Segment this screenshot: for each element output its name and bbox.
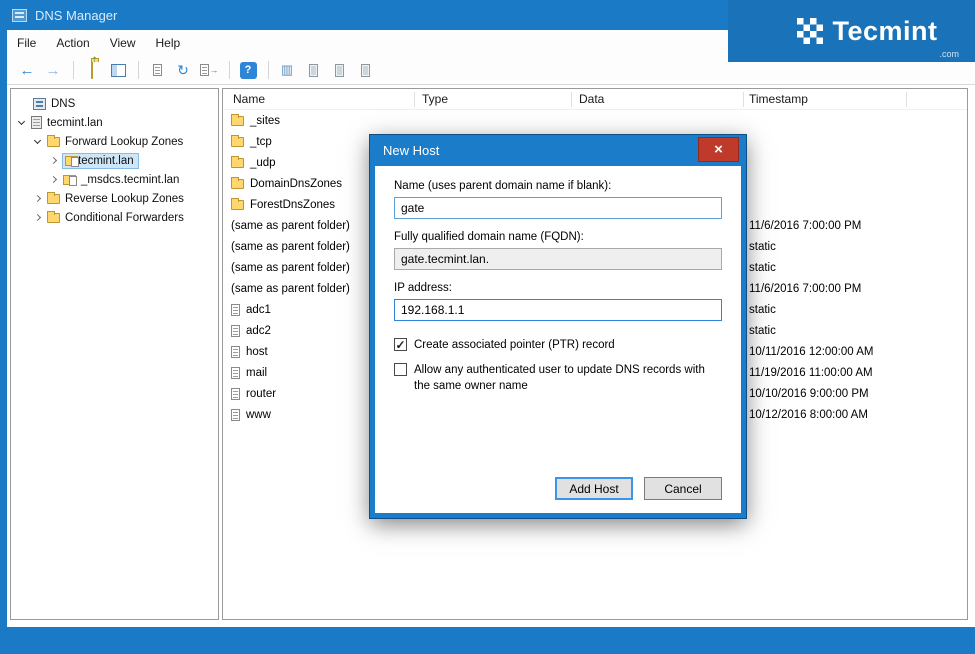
properties-icon[interactable] (145, 59, 169, 81)
show-console-tree-icon[interactable] (106, 59, 130, 81)
host-record-icon (231, 367, 240, 379)
checkbox-checked-icon[interactable]: ✓ (394, 338, 407, 351)
folder-icon (231, 116, 244, 126)
menu-action[interactable]: Action (46, 32, 99, 54)
tecmint-logo: Tecmint .com (728, 0, 975, 62)
menu-bar: File Action View Help (7, 30, 728, 56)
window-title: DNS Manager (35, 8, 117, 23)
window-border-bottom (0, 627, 975, 654)
toolbar-separator (138, 61, 139, 79)
add-host-button[interactable]: Add Host (555, 477, 633, 500)
zone-icon (63, 175, 76, 185)
menu-view[interactable]: View (100, 32, 146, 54)
toolbar-separator (73, 61, 74, 79)
tree-item-forward-lookup-zones[interactable]: Forward Lookup Zones (11, 132, 218, 151)
chevron-right-icon[interactable] (50, 176, 57, 183)
tree-item-dns-root[interactable]: DNS (11, 94, 218, 113)
ptr-checkbox-row[interactable]: ✓ Create associated pointer (PTR) record (394, 337, 722, 354)
name-field-label: Name (uses parent domain name if blank): (394, 180, 722, 192)
filter-icon[interactable]: ▥ (275, 59, 299, 81)
chevron-right-icon[interactable] (34, 195, 41, 202)
dialog-title-bar[interactable]: New Host (375, 135, 741, 166)
tecmint-flag-icon (797, 18, 823, 44)
folder-icon (231, 179, 244, 189)
brand-tld: .com (939, 49, 959, 59)
column-header-data[interactable]: Data (579, 92, 604, 106)
fqdn-field-label: Fully qualified domain name (FQDN): (394, 231, 722, 243)
dns-console-icon (33, 98, 46, 110)
folder-icon (231, 158, 244, 168)
host-name-input[interactable] (394, 197, 722, 219)
binder-icon-2[interactable] (327, 59, 351, 81)
chevron-down-icon[interactable] (34, 137, 41, 144)
authenticated-update-checkbox-label: Allow any authenticated user to update D… (414, 362, 722, 395)
new-host-dialog: New Host × Name (uses parent domain name… (370, 135, 746, 518)
chevron-right-icon[interactable] (34, 214, 41, 221)
column-header-timestamp[interactable]: Timestamp (749, 92, 808, 106)
folder-icon (47, 213, 60, 223)
folder-icon (231, 200, 244, 210)
host-record-icon (231, 346, 240, 358)
folder-icon (47, 137, 60, 147)
console-tree-pane: DNS tecmint.lan Forward Lookup Zones tec… (10, 88, 219, 620)
host-record-icon (231, 304, 240, 316)
menu-help[interactable]: Help (146, 32, 191, 54)
selected-tree-item: tecmint.lan (63, 154, 138, 168)
binder-icon-1[interactable] (301, 59, 325, 81)
fqdn-input (394, 248, 722, 270)
chevron-right-icon[interactable] (50, 157, 57, 164)
dialog-title: New Host (383, 143, 439, 158)
brand-name: Tecmint (832, 18, 937, 45)
zone-icon (65, 156, 78, 166)
column-header-name[interactable]: Name (233, 92, 265, 106)
dns-manager-app-icon (12, 9, 27, 22)
toolbar-separator (229, 61, 230, 79)
tree-item-server-tecmint-lan[interactable]: tecmint.lan (11, 113, 218, 132)
host-record-icon (231, 388, 240, 400)
host-record-icon (231, 325, 240, 337)
column-header-type[interactable]: Type (422, 92, 448, 106)
back-icon[interactable]: ← (15, 59, 39, 81)
checkbox-unchecked-icon[interactable] (394, 363, 407, 376)
list-header: Name Type Data Timestamp (223, 89, 967, 110)
ptr-checkbox-label: Create associated pointer (PTR) record (414, 337, 615, 354)
close-icon: × (714, 141, 723, 158)
dialog-body: Name (uses parent domain name if blank):… (375, 166, 741, 513)
menu-file[interactable]: File (7, 32, 46, 54)
folder-icon (47, 194, 60, 204)
export-list-icon[interactable]: → (197, 59, 221, 81)
window-border-left (0, 30, 7, 654)
close-button[interactable]: × (698, 137, 739, 162)
dialog-button-row: Add Host Cancel (394, 477, 722, 500)
ip-field-label: IP address: (394, 282, 722, 294)
tree-item-zone-msdcs-tecmint-lan[interactable]: _msdcs.tecmint.lan (11, 170, 218, 189)
binder-icon-3[interactable] (353, 59, 377, 81)
tree-item-zone-tecmint-lan[interactable]: tecmint.lan (11, 151, 218, 170)
ip-address-input[interactable] (394, 299, 722, 321)
host-record-icon (231, 409, 240, 421)
help-icon[interactable]: ? (236, 59, 260, 81)
tree-item-reverse-lookup-zones[interactable]: Reverse Lookup Zones (11, 189, 218, 208)
tree-item-conditional-forwarders[interactable]: Conditional Forwarders (11, 208, 218, 227)
cancel-button[interactable]: Cancel (644, 477, 722, 500)
server-icon (31, 116, 42, 129)
chevron-down-icon[interactable] (18, 118, 25, 125)
authenticated-update-checkbox-row[interactable]: Allow any authenticated user to update D… (394, 362, 722, 395)
folder-icon (231, 137, 244, 147)
up-one-level-icon[interactable] (80, 59, 104, 81)
toolbar-separator (268, 61, 269, 79)
table-row[interactable]: _sites (223, 110, 967, 131)
refresh-icon[interactable]: ↻ (171, 59, 195, 81)
dns-manager-window: DNS Manager Tecmint .com File Action Vie… (0, 0, 975, 654)
forward-icon[interactable]: → (41, 59, 65, 81)
